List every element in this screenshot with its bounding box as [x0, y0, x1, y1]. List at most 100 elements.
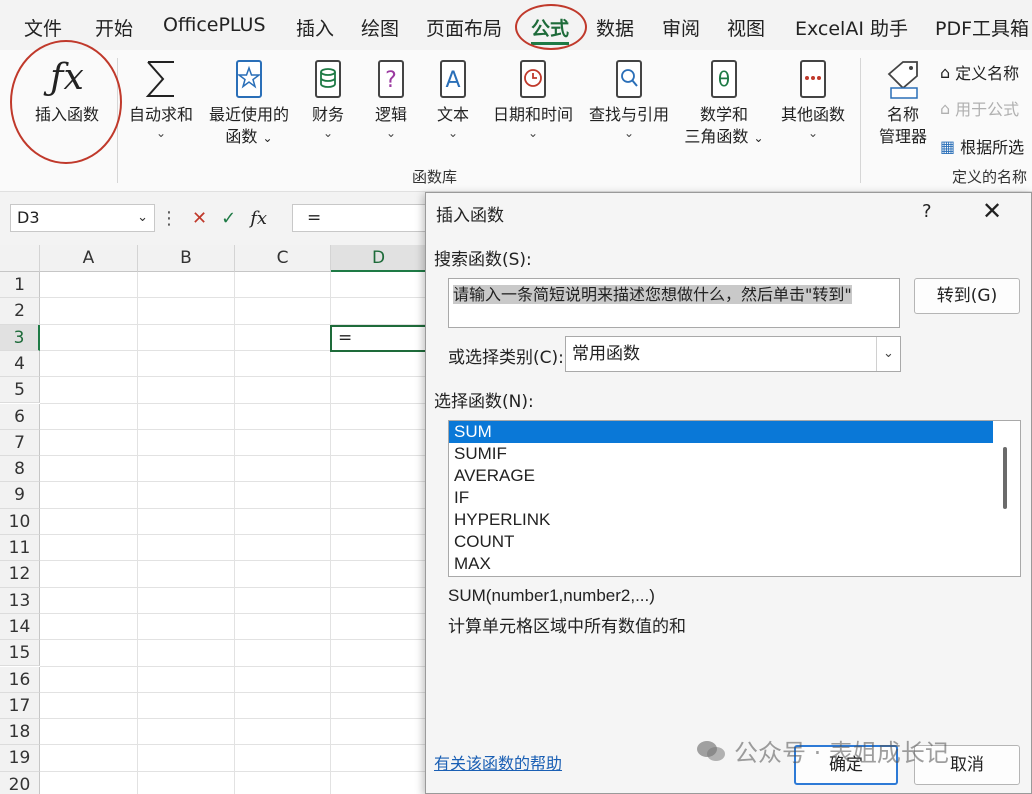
- row-header-1[interactable]: 1: [0, 272, 40, 299]
- recently-used-label-2: 函数: [225, 127, 258, 146]
- enter-icon[interactable]: ✓: [221, 208, 236, 229]
- menu-pdf-tools[interactable]: PDF工具箱: [935, 14, 1029, 41]
- column-header-d[interactable]: D: [331, 245, 427, 272]
- select-all-corner[interactable]: [0, 245, 40, 272]
- row-header-6[interactable]: 6: [0, 403, 40, 430]
- function-item-max[interactable]: MAX: [449, 553, 993, 575]
- row-header-13[interactable]: 13: [0, 587, 40, 614]
- menu-draw[interactable]: 绘图: [361, 14, 399, 41]
- logical-button[interactable]: ? 逻辑 ⌄: [366, 58, 416, 140]
- chevron-down-icon: ⌄: [262, 131, 273, 145]
- annotation-circle-formulas: [515, 4, 587, 50]
- function-item-average[interactable]: AVERAGE: [449, 465, 993, 487]
- financial-button[interactable]: 财务 ⌄: [303, 58, 353, 140]
- row-header-7[interactable]: 7: [0, 429, 40, 457]
- annotation-circle-insert-function: [10, 40, 122, 164]
- menu-review[interactable]: 审阅: [662, 14, 700, 41]
- math-trig-label-2-row: 三角函数 ⌄: [680, 126, 768, 149]
- function-item-hyperlink[interactable]: HYPERLINK: [449, 509, 993, 531]
- create-from-selection-button[interactable]: ▦ 根据所选: [940, 134, 1024, 158]
- column-header-c[interactable]: C: [235, 245, 331, 272]
- math-trig-button[interactable]: θ 数学和 三角函数 ⌄: [680, 58, 768, 149]
- row-header-8[interactable]: 8: [0, 456, 40, 483]
- wechat-icon: [697, 740, 725, 761]
- row-header-20[interactable]: 20: [0, 771, 40, 794]
- column-header-b[interactable]: B: [138, 245, 235, 272]
- cancel-icon[interactable]: ✕: [192, 208, 207, 229]
- sigma-icon: [145, 61, 174, 97]
- category-label: 或选择类别(C):: [448, 348, 564, 368]
- use-in-formula-button[interactable]: ⌂ 用于公式: [940, 96, 1019, 120]
- datetime-button[interactable]: 日期和时间 ⌄: [488, 58, 578, 140]
- chevron-down-icon: ⌄: [623, 126, 635, 140]
- menu-data[interactable]: 数据: [596, 14, 634, 41]
- row-header-9[interactable]: 9: [0, 482, 40, 509]
- help-icon[interactable]: ?: [922, 201, 932, 222]
- use-in-formula-label: 用于公式: [955, 100, 1020, 119]
- formula-tools: ⋮ ✕ ✓ fx: [160, 204, 267, 232]
- chevron-down-icon: ⌄: [807, 126, 819, 140]
- menu-file[interactable]: 文件: [24, 14, 62, 41]
- autosum-button[interactable]: 自动求和 ⌄: [124, 58, 198, 140]
- define-name-button[interactable]: ⌂ 定义名称: [940, 60, 1019, 84]
- row-header-3[interactable]: 3: [0, 324, 40, 351]
- row-header-4[interactable]: 4: [0, 350, 40, 378]
- recently-used-button[interactable]: 最近使用的 函数 ⌄: [204, 58, 294, 149]
- menu-page-layout[interactable]: 页面布局: [426, 14, 502, 41]
- menu-insert[interactable]: 插入: [296, 14, 334, 41]
- function-listbox[interactable]: SUM SUMIF AVERAGE IF HYPERLINK COUNT MAX: [448, 420, 1021, 577]
- row-header-15[interactable]: 15: [0, 640, 40, 667]
- magnifier-book-icon: [616, 60, 642, 98]
- row-header-5[interactable]: 5: [0, 377, 40, 404]
- close-icon[interactable]: ✕: [982, 197, 1002, 225]
- menu-excelai[interactable]: ExcelAI 助手: [795, 14, 908, 41]
- row-header-16[interactable]: 16: [0, 666, 40, 693]
- category-select[interactable]: 常用函数 ⌄: [565, 336, 901, 372]
- column-header-a[interactable]: A: [40, 245, 138, 272]
- active-cell-d3[interactable]: =: [330, 325, 430, 352]
- menu-view[interactable]: 视图: [727, 14, 765, 41]
- row-header-10[interactable]: 10: [0, 508, 40, 535]
- chevron-down-icon: ⌄: [322, 126, 334, 140]
- more-functions-button[interactable]: 其他函数 ⌄: [774, 58, 852, 140]
- formula-tag-icon: ⌂: [940, 98, 951, 118]
- function-item-sumif[interactable]: SUMIF: [449, 443, 993, 465]
- row-header-19[interactable]: 19: [0, 745, 40, 772]
- watermark: 公众号 · 表姐成长记: [696, 733, 949, 768]
- ribbon: ƒx 插入函数 自动求和 ⌄ 最近使用的 函数 ⌄ 财务 ⌄ ? 逻辑 ⌄ A …: [0, 50, 1032, 192]
- listbox-scrollbar[interactable]: [1003, 447, 1007, 509]
- name-manager-button[interactable]: 名称 管理器: [872, 58, 934, 148]
- function-item-sum[interactable]: SUM: [449, 421, 993, 443]
- question-book-icon: ?: [378, 60, 404, 98]
- function-help-link[interactable]: 有关该函数的帮助: [434, 750, 562, 774]
- create-from-selection-label: 根据所选: [960, 138, 1025, 157]
- name-manager-label-2: 管理器: [878, 127, 927, 146]
- fx-icon[interactable]: fx: [250, 208, 267, 229]
- row-header-11[interactable]: 11: [0, 535, 40, 562]
- row-header-14[interactable]: 14: [0, 613, 40, 641]
- text-label: 文本: [436, 105, 469, 124]
- svg-text:A: A: [445, 68, 460, 93]
- go-button[interactable]: 转到(G): [914, 278, 1020, 314]
- row-header-17[interactable]: 17: [0, 692, 40, 720]
- logical-label: 逻辑: [374, 105, 407, 124]
- drag-handle-icon: ⋮: [160, 207, 178, 229]
- clock-book-icon: [520, 60, 546, 98]
- row-header-2[interactable]: 2: [0, 298, 40, 325]
- category-value: 常用函数: [572, 344, 640, 364]
- defined-names-label: 定义的名称: [952, 168, 1028, 186]
- text-button[interactable]: A 文本 ⌄: [428, 58, 478, 140]
- function-item-if[interactable]: IF: [449, 487, 993, 509]
- row-header-18[interactable]: 18: [0, 719, 40, 746]
- function-item-count[interactable]: COUNT: [449, 531, 993, 553]
- chevron-down-icon: ⌄: [876, 337, 900, 371]
- row-header-12[interactable]: 12: [0, 561, 40, 588]
- menu-officeplus[interactable]: OfficePLUS: [163, 14, 266, 36]
- search-function-input[interactable]: 请输入一条简短说明来描述您想做什么，然后单击"转到": [448, 278, 900, 328]
- recently-used-label-2-row: 函数 ⌄: [204, 126, 294, 149]
- define-name-label: 定义名称: [955, 64, 1020, 83]
- lookup-button[interactable]: 查找与引用 ⌄: [584, 58, 674, 140]
- menu-home[interactable]: 开始: [95, 14, 133, 41]
- star-book-icon: [236, 60, 262, 98]
- name-box[interactable]: D3 ⌄: [10, 204, 155, 232]
